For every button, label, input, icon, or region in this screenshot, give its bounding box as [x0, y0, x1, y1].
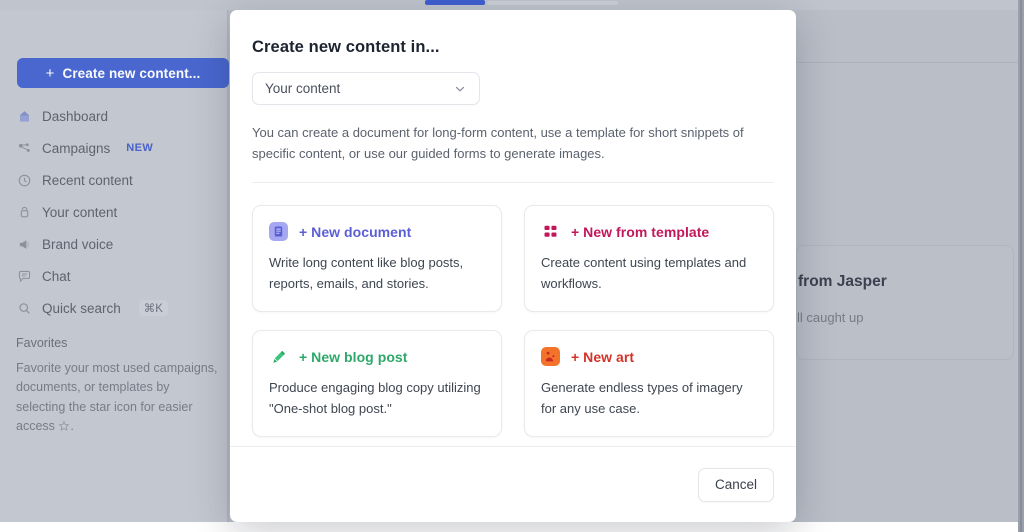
card-title-new-from-template: + New from template [571, 223, 710, 240]
sidebar-label-recent-content: Recent content [42, 172, 133, 188]
favorites-description-text: Favorite your most used campaigns, docum… [16, 361, 218, 434]
dashboard-icon [16, 108, 32, 124]
sidebar-label-campaigns: Campaigns [42, 140, 111, 156]
background-card-subtitle: ll caught up [797, 310, 864, 325]
pencil-icon [269, 347, 288, 366]
card-title-new-blog-post: + New blog post [299, 348, 408, 365]
card-description-new-art: Generate endless types of imagery for an… [541, 380, 743, 416]
card-new-document[interactable]: + New document Write long content like b… [252, 205, 502, 313]
create-new-content-button[interactable]: + Create new content... [17, 58, 229, 88]
sidebar-item-campaigns[interactable]: Campaigns NEW [16, 132, 228, 164]
modal-header: Create new content in... Your content Yo… [230, 10, 796, 184]
sidebar-item-dashboard[interactable]: Dashboard [16, 100, 228, 132]
card-new-art[interactable]: + New art Generate endless types of imag… [524, 330, 774, 438]
cancel-button[interactable]: Cancel [697, 467, 774, 502]
topbar-active-pill [425, 0, 485, 5]
modal-title: Create new content in... [252, 38, 440, 56]
card-description-new-blog-post: Produce engaging blog copy utilizing "On… [269, 380, 481, 416]
sidebar-label-chat: Chat [42, 268, 71, 284]
card-title-new-art: + New art [571, 348, 635, 365]
background-bottom-strip [0, 522, 1024, 532]
card-header: + New blog post [269, 347, 485, 366]
chevron-down-icon [453, 82, 467, 96]
card-header: + New from template [541, 222, 757, 241]
app-root: from Jasper ll caught up + Create new co… [0, 0, 1024, 532]
destination-select-value: Your content [265, 81, 341, 96]
background-card-title: from Jasper [798, 273, 887, 290]
campaigns-icon [16, 140, 32, 156]
modal-description: You can create a document for long-form … [252, 125, 744, 161]
card-description-new-from-template: Create content using templates and workf… [541, 255, 747, 291]
campaigns-new-badge: NEW [126, 142, 154, 154]
search-icon [16, 300, 32, 316]
chat-icon [16, 268, 32, 284]
sidebar-label-your-content: Your content [42, 204, 118, 220]
sidebar-item-brand-voice[interactable]: Brand voice [16, 228, 228, 260]
background-topbar [0, 0, 1024, 10]
card-new-from-template[interactable]: + New from template Create content using… [524, 205, 774, 313]
template-grid-icon [541, 222, 560, 241]
document-icon [269, 222, 288, 242]
favorites-section: Favorites Favorite your most used campai… [16, 336, 221, 439]
favorites-description: Favorite your most used campaigns, docum… [16, 359, 221, 439]
sidebar-label-dashboard: Dashboard [42, 108, 109, 124]
sidebar-nav: Dashboard Campaigns NEW Recent content Y… [16, 100, 228, 324]
card-header: + New art [541, 347, 757, 367]
plus-icon: + [45, 64, 55, 82]
sidebar-label-brand-voice: Brand voice [42, 236, 114, 252]
background-notification-card [796, 245, 1014, 360]
quick-search-shortcut: ⌘K [138, 300, 168, 316]
megaphone-icon [16, 236, 32, 252]
favorites-title: Favorites [16, 336, 68, 350]
sidebar-item-recent-content[interactable]: Recent content [16, 164, 228, 196]
sidebar-item-chat[interactable]: Chat [16, 260, 228, 292]
card-title-new-document: + New document [299, 223, 412, 240]
card-header: + New document [269, 222, 485, 242]
modal-footer: Cancel [230, 446, 796, 522]
background-scrollbar[interactable] [1020, 0, 1022, 532]
sidebar-item-your-content[interactable]: Your content [16, 196, 228, 228]
create-content-modal: Create new content in... Your content Yo… [230, 10, 796, 522]
sidebar-item-quick-search[interactable]: Quick search ⌘K [16, 292, 228, 324]
destination-select[interactable]: Your content [252, 72, 480, 105]
topbar-bar [487, 1, 618, 5]
sidebar-label-quick-search: Quick search [42, 300, 121, 316]
create-new-content-label: Create new content... [62, 65, 201, 81]
card-new-blog-post[interactable]: + New blog post Produce engaging blog co… [252, 330, 502, 438]
card-description-new-document: Write long content like blog posts, repo… [269, 255, 464, 291]
star-icon [58, 419, 70, 438]
user-content-icon [16, 204, 32, 220]
clock-icon [16, 172, 32, 188]
art-icon [541, 347, 560, 367]
background-panel-divider [796, 62, 1024, 63]
content-type-cards: + New document Write long content like b… [230, 183, 796, 446]
